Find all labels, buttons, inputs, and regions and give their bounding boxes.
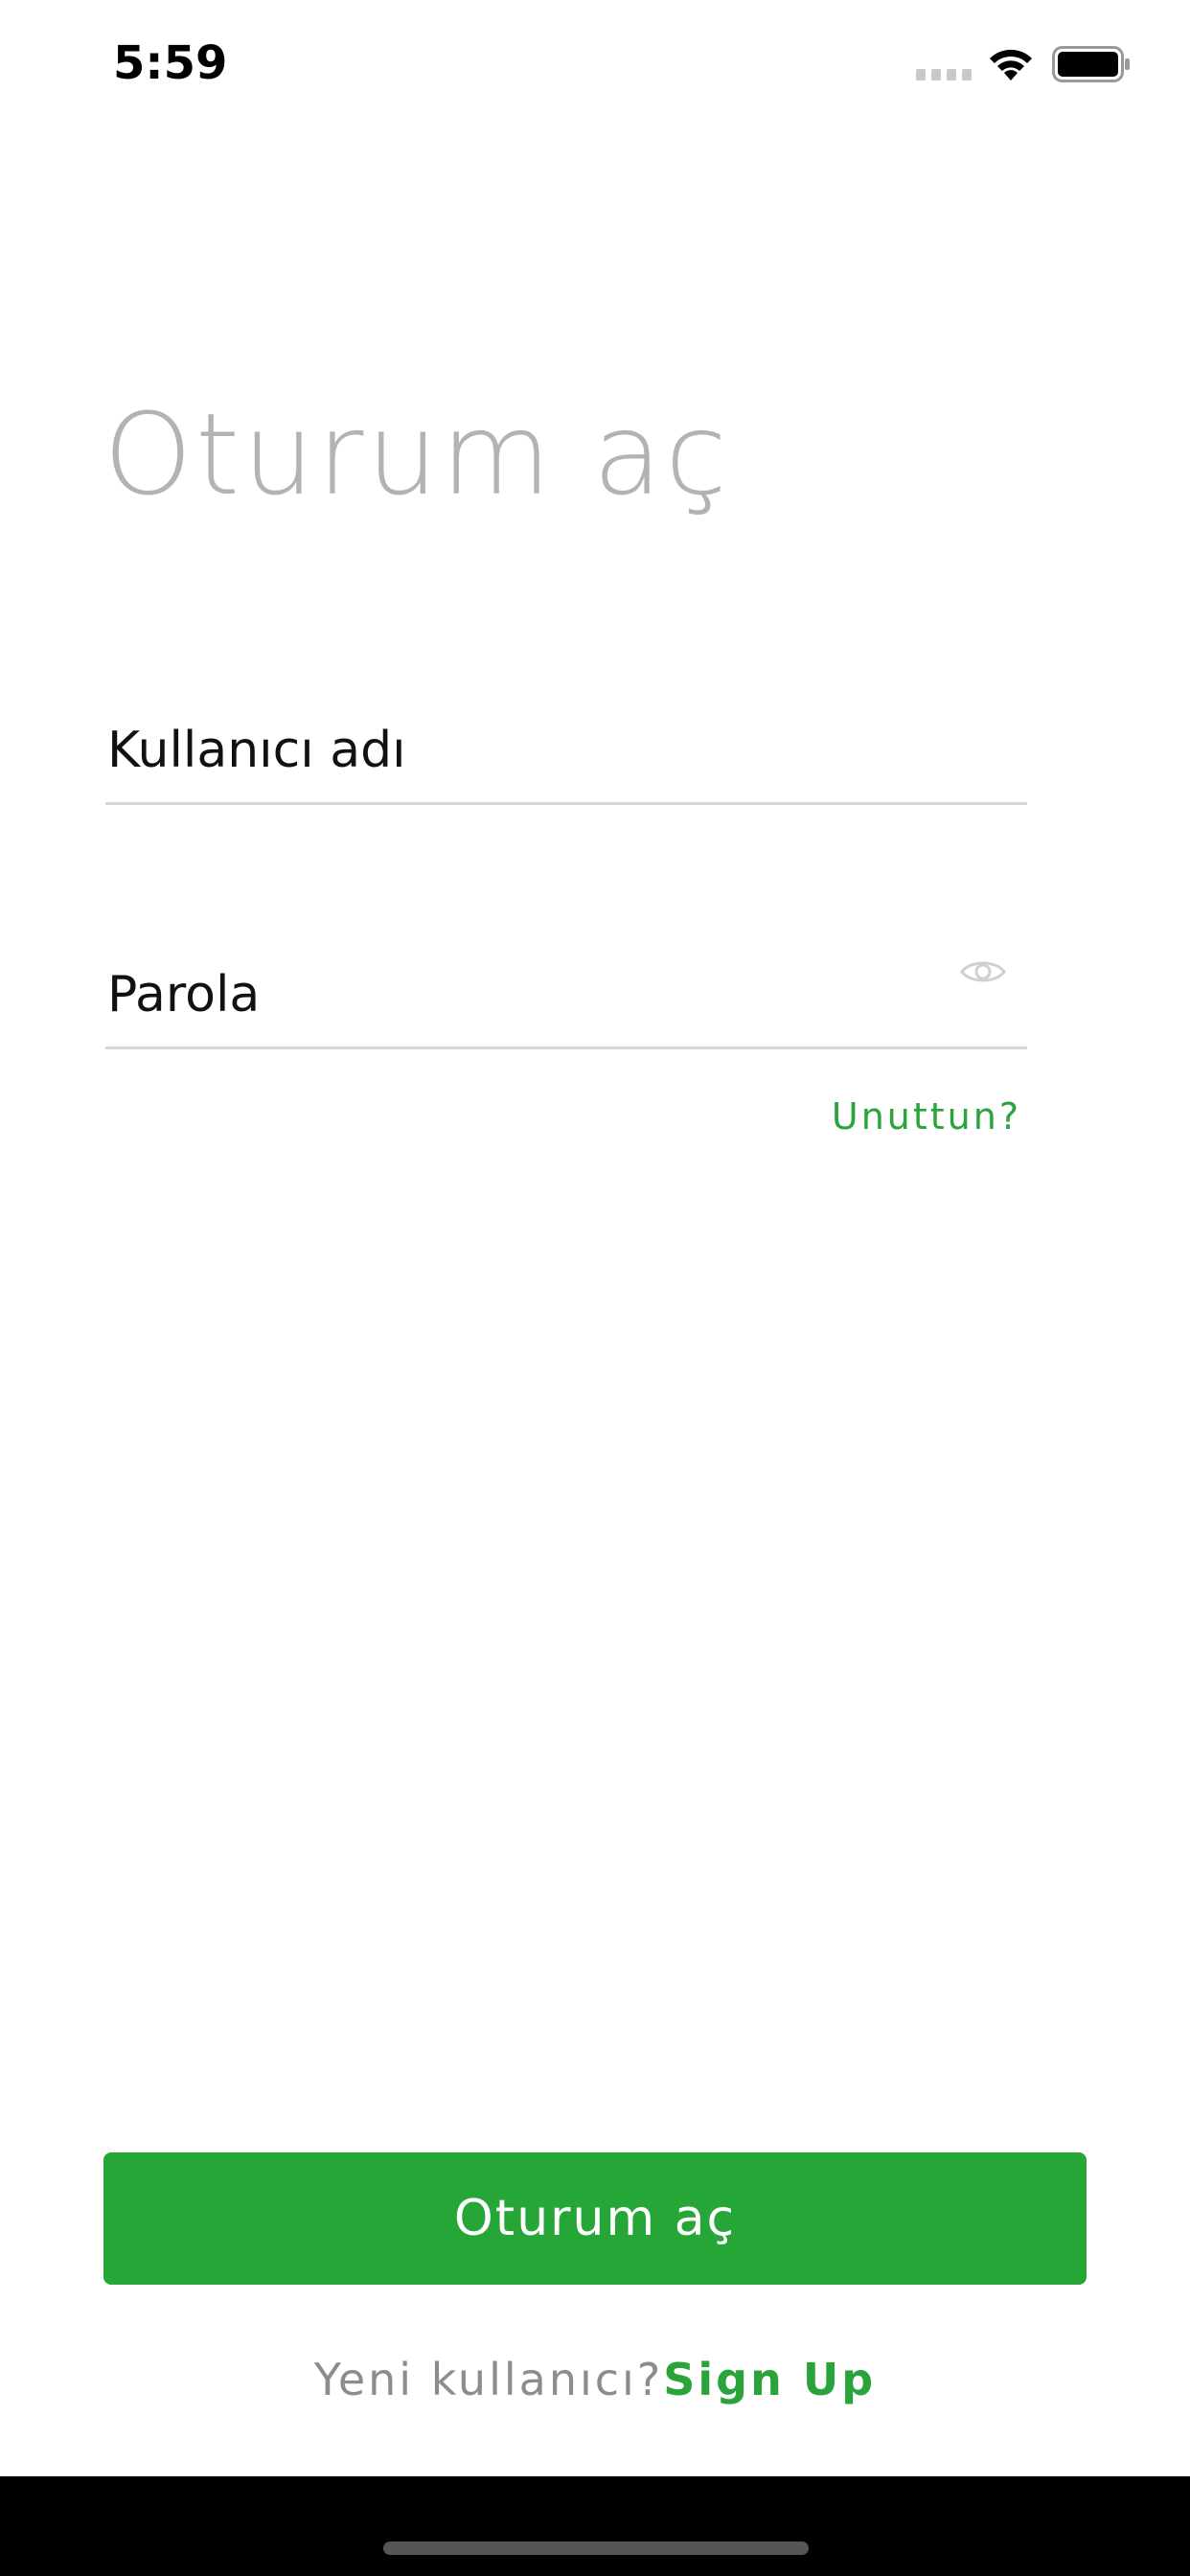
home-indicator[interactable] bbox=[383, 2542, 809, 2555]
eye-icon[interactable] bbox=[960, 956, 1006, 987]
signup-prompt: Yeni kullanıcı? bbox=[313, 2354, 664, 2405]
username-field bbox=[105, 695, 1027, 805]
status-time: 5:59 bbox=[113, 36, 228, 90]
username-input[interactable] bbox=[107, 722, 950, 779]
sign-in-button[interactable]: Oturum aç bbox=[103, 2152, 1087, 2285]
page-title: Oturum aç bbox=[103, 388, 730, 520]
password-input[interactable] bbox=[107, 966, 950, 1024]
status-bar: 5:59 bbox=[0, 0, 1190, 125]
sign-up-link[interactable]: Sign Up bbox=[663, 2354, 876, 2405]
password-field bbox=[105, 939, 1027, 1049]
signal-icon bbox=[916, 69, 972, 80]
battery-icon bbox=[1052, 46, 1130, 82]
login-screen: 5:59 Oturum aç Unuttun? Oturum aç bbox=[0, 0, 1190, 2576]
wifi-icon bbox=[990, 49, 1032, 80]
signup-row: Yeni kullanıcı?Sign Up bbox=[0, 2354, 1190, 2405]
bottom-bar bbox=[0, 2476, 1190, 2576]
forgot-password-link[interactable]: Unuttun? bbox=[832, 1095, 1021, 1138]
